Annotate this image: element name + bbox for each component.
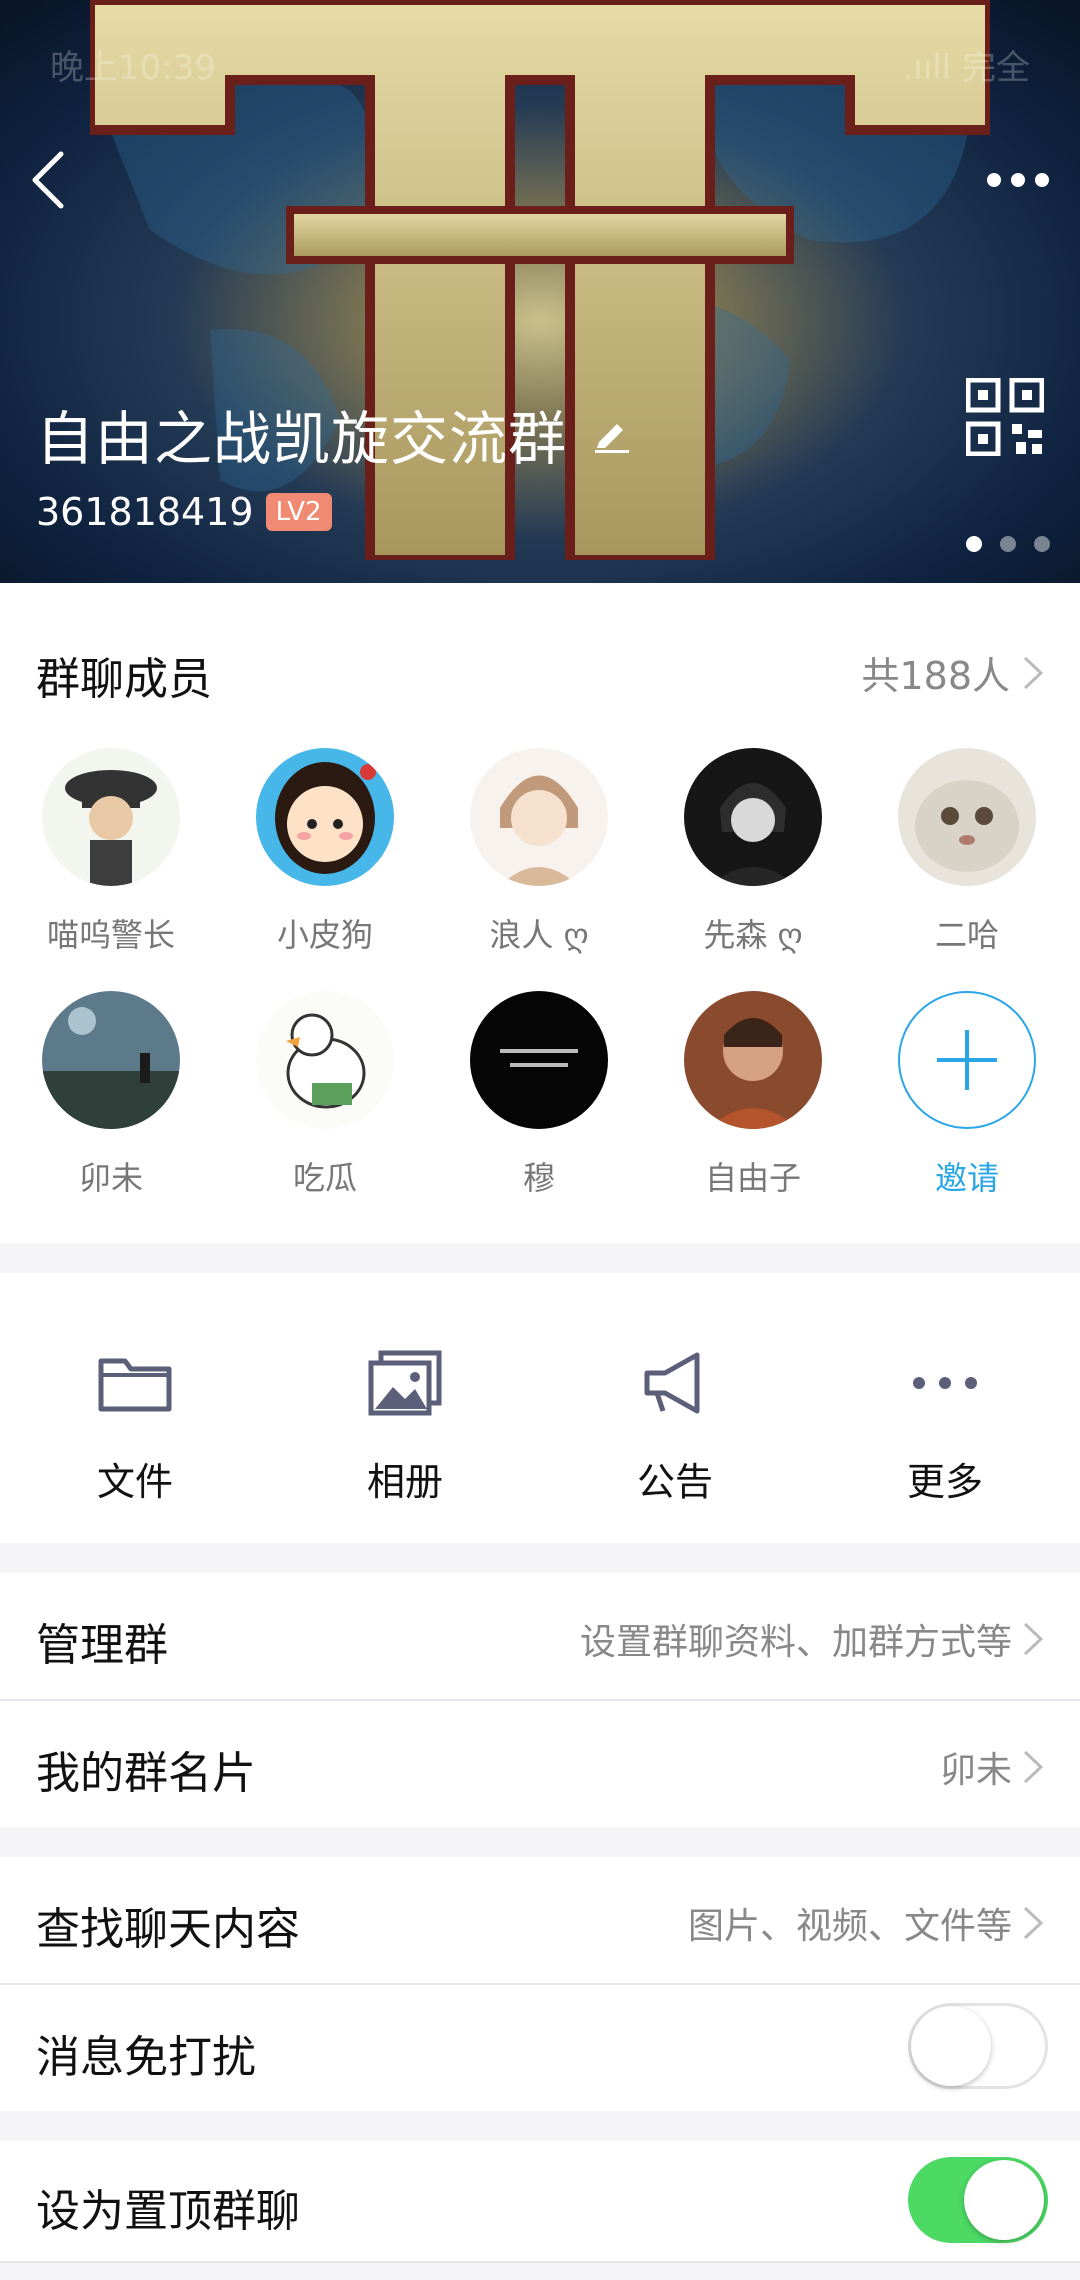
level-badge: LV2 [265,493,332,531]
files-label: 文件 [96,1460,173,1504]
page-dot [966,536,982,552]
files-button[interactable]: 文件 [0,1273,270,1543]
more-options-button[interactable] [978,150,1058,210]
member-avatar [470,991,608,1129]
members-section: 群聊成员 共188人 喵呜警长 小皮狗 浪人 ღ 先森 ღ 二哈 卯未 吃瓜 穆… [0,583,1080,1243]
invite-member-button[interactable]: 邀请 [860,991,1074,1199]
manage-group-hint: 设置群聊资料、加群方式等 [579,1622,1012,1663]
member-item[interactable]: 浪人 ღ [432,748,646,956]
manage-group-label: 管理群 [36,1620,168,1671]
group-id-row: 361818419 LV2 [36,490,332,534]
member-name: 卯未 [78,1159,143,1197]
toggle-knob [964,2160,1044,2240]
member-item[interactable]: 穆 [432,991,646,1199]
pin-chat-row: 设为置顶群聊 [0,2141,1080,2261]
more-label: 更多 [906,1460,983,1504]
member-avatar [42,748,180,886]
chevron-right-icon [1023,656,1044,689]
megaphone-icon [644,1352,700,1414]
invite-circle [898,991,1036,1129]
member-item[interactable]: 自由子 [646,991,860,1199]
member-item[interactable]: 吃瓜 [218,991,432,1199]
search-chat-value: 图片、视频、文件等 [688,1897,1044,1949]
member-name: 二哈 [934,916,999,954]
announcement-button[interactable]: 公告 [540,1273,810,1543]
banner-page-indicator [966,536,1050,552]
plus-icon [937,1030,997,1090]
status-time: 晚上10:39 [50,48,216,88]
group-card-name: 卯未 [939,1750,1012,1791]
member-item[interactable]: 小皮狗 [218,748,432,956]
member-name: 小皮狗 [276,916,373,954]
group-header-banner: 晚上10:39 .ııll 完全 自由之战凯旋交流群 361818419 LV2 [0,0,1080,583]
group-id: 361818419 [36,490,254,534]
page-dot [1034,536,1050,552]
toggle-knob [911,2006,991,2086]
album-icon [368,1350,442,1416]
member-avatar [256,991,394,1129]
status-right: .ııll 完全 [902,48,1030,88]
members-count: 共188人 [861,654,1010,698]
chevron-right-icon [1023,1906,1044,1940]
manage-group-value: 设置群聊资料、加群方式等 [580,1613,1044,1665]
group-card-label: 我的群名片 [36,1748,256,1799]
search-chat-hint: 图片、视频、文件等 [687,1906,1012,1947]
group-card-row[interactable]: 我的群名片 卯未 [0,1701,1080,1827]
mute-row: 消息免打扰 [0,1985,1080,2111]
album-button[interactable]: 相册 [270,1273,540,1543]
manage-group-row[interactable]: 管理群 设置群聊资料、加群方式等 [0,1573,1080,1699]
member-name: 吃瓜 [292,1159,357,1197]
divider [0,2261,1080,2263]
album-label: 相册 [366,1460,443,1504]
member-name: 穆 [522,1159,555,1197]
members-heading: 群聊成员 [36,654,212,705]
back-button[interactable] [18,140,78,220]
announcement-label: 公告 [636,1460,713,1504]
group-name: 自由之战凯旋交流群 [36,405,568,473]
group-title-row[interactable]: 自由之战凯旋交流群 [36,392,631,476]
folder-icon [98,1358,172,1412]
search-chat-label: 查找聊天内容 [36,1904,300,1955]
more-dots-icon [987,173,1049,187]
pin-chat-toggle[interactable] [908,2157,1048,2243]
member-avatar [898,748,1036,886]
mute-toggle[interactable] [908,2003,1048,2089]
member-item[interactable]: 喵呜警长 [4,748,218,956]
member-item[interactable]: 二哈 [860,748,1074,956]
status-bar: 晚上10:39 .ııll 完全 [50,40,1030,89]
group-card-value: 卯未 [940,1741,1044,1793]
member-avatar [256,748,394,886]
chevron-left-icon [32,151,64,209]
qr-code-icon[interactable] [966,378,1044,456]
page-dot [1000,536,1016,552]
more-button[interactable]: 更多 [810,1273,1080,1543]
member-name: 浪人 ღ [489,916,589,954]
member-avatar [684,991,822,1129]
search-chat-row[interactable]: 查找聊天内容 图片、视频、文件等 [0,1857,1080,1983]
member-avatar [684,748,822,886]
members-count-link[interactable]: 共188人 [861,645,1044,700]
member-avatar [42,991,180,1129]
invite-label: 邀请 [934,1159,999,1197]
member-item[interactable]: 卯未 [4,991,218,1199]
edit-pencil-icon[interactable] [591,414,631,454]
member-name: 喵呜警长 [46,916,175,954]
group-actions-bar: 文件 相册 公告 更多 [0,1273,1080,1543]
group-settings-page: 晚上10:39 .ııll 完全 自由之战凯旋交流群 361818419 LV2… [0,0,1080,2280]
member-name: 先森 ღ [703,916,803,954]
chevron-right-icon [1023,1750,1044,1784]
member-item[interactable]: 先森 ღ [646,748,860,956]
chevron-right-icon [1023,1622,1044,1656]
more-dots-icon [913,1377,977,1389]
member-name: 自由子 [704,1159,801,1197]
member-avatar [470,748,608,886]
mute-label: 消息免打扰 [36,2032,256,2083]
pin-chat-label: 设为置顶群聊 [36,2186,300,2237]
